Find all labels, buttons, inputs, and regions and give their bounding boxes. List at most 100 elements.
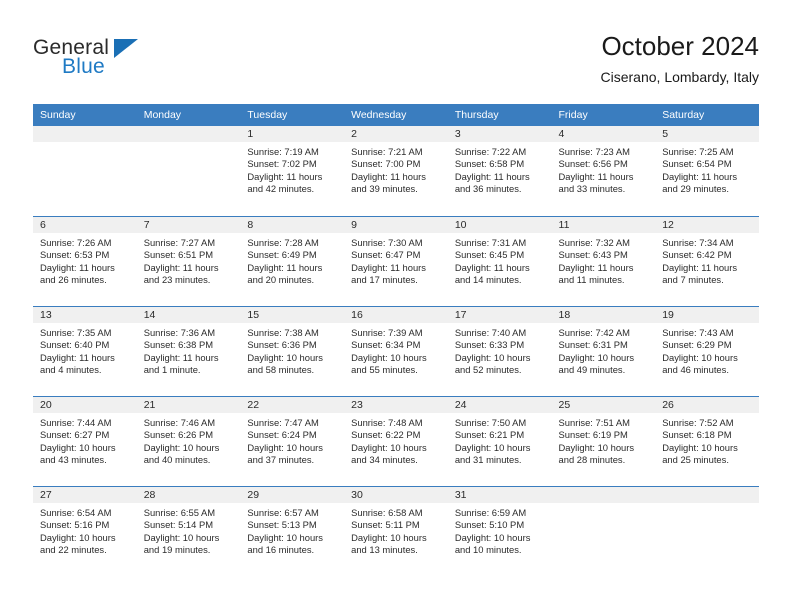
- day-info: Sunrise: 6:54 AM Sunset: 5:16 PM Daylight:…: [33, 503, 137, 557]
- daylight-text-line1: Daylight: 11 hours: [351, 261, 426, 273]
- day-cell[interactable]: [136, 126, 241, 216]
- weekday-header-thursday: Thursday: [447, 104, 552, 126]
- day-cell[interactable]: 29 Sunrise: 6:57 AM Sunset: 5:13 PM Dayligh…: [240, 486, 345, 576]
- daylight-text-line2: and 43 minutes.: [40, 454, 107, 466]
- daylight-text-line1: Daylight: 11 hours: [143, 351, 219, 363]
- sunrise-text: Sunrise: 7:30 AM: [351, 237, 423, 248]
- day-cell[interactable]: [33, 126, 137, 216]
- sunset-text: Sunset: 6:24 PM: [247, 429, 317, 441]
- daylight-text-line1: Daylight: 10 hours: [558, 351, 635, 363]
- day-cell[interactable]: 26 Sunrise: 7:52 AM Sunset: 6:18 PM Dayligh…: [655, 396, 759, 486]
- calendar-grid: Sunday Monday Tuesday Wednesday Thursday…: [33, 104, 759, 576]
- sunset-text: Sunset: 6:40 PM: [40, 339, 110, 351]
- day-number: 14: [136, 307, 241, 323]
- sunset-text: Sunset: 6:31 PM: [558, 339, 628, 351]
- day-info: Sunrise: 7:27 AM Sunset: 6:51 PM Daylight:…: [137, 233, 241, 287]
- day-cell[interactable]: 12 Sunrise: 7:34 AM Sunset: 6:42 PM Dayligh…: [655, 216, 759, 306]
- daylight-text-line2: and 58 minutes.: [247, 364, 315, 376]
- daylight-text-line1: Daylight: 10 hours: [351, 531, 427, 543]
- daylight-text-line2: and 7 minutes.: [662, 274, 724, 286]
- sunrise-text: Sunrise: 7:46 AM: [143, 417, 216, 428]
- day-cell[interactable]: 27 Sunrise: 6:54 AM Sunset: 5:16 PM Dayligh…: [33, 486, 137, 576]
- day-cell[interactable]: [655, 486, 759, 576]
- day-number: 26: [655, 397, 759, 413]
- daylight-text-line1: Daylight: 11 hours: [40, 261, 115, 273]
- day-number: [136, 126, 241, 142]
- brand-logo[interactable]: General Blue: [33, 36, 253, 86]
- day-cell[interactable]: 1 Sunrise: 7:19 AM Sunset: 7:02 PM Daylight…: [240, 126, 345, 216]
- weekday-header-sunday: Sunday: [33, 104, 137, 126]
- sunrise-text: Sunrise: 7:39 AM: [351, 327, 423, 338]
- weekday-header-friday: Friday: [551, 104, 656, 126]
- day-cell[interactable]: 25 Sunrise: 7:51 AM Sunset: 6:19 PM Dayligh…: [551, 396, 656, 486]
- day-info: Sunrise: 7:26 AM Sunset: 6:53 PM Daylight:…: [33, 233, 137, 287]
- day-cell[interactable]: 24 Sunrise: 7:50 AM Sunset: 6:21 PM Dayligh…: [447, 396, 552, 486]
- day-cell[interactable]: 15 Sunrise: 7:38 AM Sunset: 6:36 PM Dayligh…: [240, 306, 345, 396]
- sunrise-text: Sunrise: 7:35 AM: [40, 327, 112, 338]
- day-cell[interactable]: 5 Sunrise: 7:25 AM Sunset: 6:54 PM Daylight…: [655, 126, 759, 216]
- day-cell[interactable]: 6 Sunrise: 7:26 AM Sunset: 6:53 PM Daylight…: [33, 216, 137, 306]
- sunset-text: Sunset: 6:54 PM: [662, 158, 732, 170]
- day-cell[interactable]: 11 Sunrise: 7:32 AM Sunset: 6:43 PM Dayligh…: [551, 216, 656, 306]
- day-number: 6: [33, 217, 137, 233]
- day-cell[interactable]: [551, 486, 656, 576]
- day-info: [552, 503, 656, 507]
- day-number: 30: [344, 487, 448, 503]
- day-number: 2: [344, 126, 448, 142]
- sunset-text: Sunset: 6:45 PM: [454, 249, 525, 261]
- sunset-text: Sunset: 6:47 PM: [351, 249, 421, 261]
- day-cell[interactable]: 20 Sunrise: 7:44 AM Sunset: 6:27 PM Dayligh…: [33, 396, 137, 486]
- day-cell[interactable]: 22 Sunrise: 7:47 AM Sunset: 6:24 PM Dayligh…: [240, 396, 345, 486]
- day-info: Sunrise: 6:58 AM Sunset: 5:11 PM Daylight:…: [344, 503, 448, 557]
- sunrise-text: Sunrise: 7:22 AM: [454, 146, 527, 157]
- sunset-text: Sunset: 6:58 PM: [454, 158, 525, 170]
- day-cell[interactable]: 21 Sunrise: 7:46 AM Sunset: 6:26 PM Dayligh…: [136, 396, 241, 486]
- daylight-text-line1: Daylight: 10 hours: [662, 441, 738, 453]
- day-info: Sunrise: 6:57 AM Sunset: 5:13 PM Daylight:…: [240, 503, 344, 557]
- daylight-text-line1: Daylight: 11 hours: [454, 261, 530, 273]
- daylight-text-line1: Daylight: 11 hours: [247, 261, 323, 273]
- daylight-text-line2: and 4 minutes.: [40, 364, 102, 376]
- sunset-text: Sunset: 7:00 PM: [351, 158, 421, 170]
- day-cell[interactable]: 23 Sunrise: 7:48 AM Sunset: 6:22 PM Dayligh…: [344, 396, 448, 486]
- day-info: Sunrise: 7:34 AM Sunset: 6:42 PM Daylight:…: [655, 233, 759, 287]
- daylight-text-line2: and 39 minutes.: [351, 183, 418, 195]
- sunrise-text: Sunrise: 7:47 AM: [247, 417, 319, 428]
- day-cell[interactable]: 30 Sunrise: 6:58 AM Sunset: 5:11 PM Dayligh…: [344, 486, 448, 576]
- daylight-text-line1: Daylight: 10 hours: [40, 531, 116, 543]
- brand-name-blue: Blue: [62, 55, 105, 78]
- day-cell[interactable]: 18 Sunrise: 7:42 AM Sunset: 6:31 PM Dayligh…: [551, 306, 656, 396]
- day-cell[interactable]: 4 Sunrise: 7:23 AM Sunset: 6:56 PM Daylight…: [551, 126, 656, 216]
- sunrise-text: Sunrise: 6:58 AM: [351, 507, 423, 518]
- sunset-text: Sunset: 6:43 PM: [558, 249, 628, 261]
- sunset-text: Sunset: 6:29 PM: [662, 339, 732, 351]
- day-info: Sunrise: 7:51 AM Sunset: 6:19 PM Daylight:…: [552, 413, 656, 467]
- day-cell[interactable]: 28 Sunrise: 6:55 AM Sunset: 5:14 PM Dayligh…: [136, 486, 241, 576]
- day-cell[interactable]: 3 Sunrise: 7:22 AM Sunset: 6:58 PM Daylight…: [447, 126, 552, 216]
- day-cell[interactable]: 8 Sunrise: 7:28 AM Sunset: 6:49 PM Daylight…: [240, 216, 345, 306]
- sunset-text: Sunset: 5:10 PM: [454, 519, 525, 531]
- daylight-text-line2: and 36 minutes.: [454, 183, 522, 195]
- daylight-text-line1: Daylight: 10 hours: [143, 441, 220, 453]
- day-cell[interactable]: 9 Sunrise: 7:30 AM Sunset: 6:47 PM Daylight…: [344, 216, 448, 306]
- day-cell[interactable]: 13 Sunrise: 7:35 AM Sunset: 6:40 PM Dayligh…: [33, 306, 137, 396]
- day-cell[interactable]: 14 Sunrise: 7:36 AM Sunset: 6:38 PM Dayligh…: [136, 306, 241, 396]
- sunset-text: Sunset: 7:02 PM: [247, 158, 317, 170]
- day-cell[interactable]: 7 Sunrise: 7:27 AM Sunset: 6:51 PM Daylight…: [136, 216, 241, 306]
- day-cell[interactable]: 17 Sunrise: 7:40 AM Sunset: 6:33 PM Dayligh…: [447, 306, 552, 396]
- calendar-table: Sunday Monday Tuesday Wednesday Thursday…: [33, 104, 759, 576]
- day-number: [655, 487, 759, 503]
- day-cell[interactable]: 2 Sunrise: 7:21 AM Sunset: 7:00 PM Daylight…: [344, 126, 448, 216]
- day-number: 13: [33, 307, 137, 323]
- day-number: 19: [655, 307, 759, 323]
- day-number: 28: [136, 487, 241, 503]
- day-cell[interactable]: 31 Sunrise: 6:59 AM Sunset: 5:10 PM Dayligh…: [447, 486, 552, 576]
- daylight-text-line1: Daylight: 11 hours: [143, 261, 219, 273]
- daylight-text-line1: Daylight: 10 hours: [143, 531, 220, 543]
- daylight-text-line1: Daylight: 10 hours: [351, 441, 427, 453]
- daylight-text-line2: and 29 minutes.: [662, 183, 729, 195]
- day-cell[interactable]: 19 Sunrise: 7:43 AM Sunset: 6:29 PM Dayligh…: [655, 306, 759, 396]
- day-cell[interactable]: 10 Sunrise: 7:31 AM Sunset: 6:45 PM Dayligh…: [447, 216, 552, 306]
- daylight-text-line1: Daylight: 10 hours: [454, 531, 531, 543]
- day-cell[interactable]: 16 Sunrise: 7:39 AM Sunset: 6:34 PM Dayligh…: [344, 306, 448, 396]
